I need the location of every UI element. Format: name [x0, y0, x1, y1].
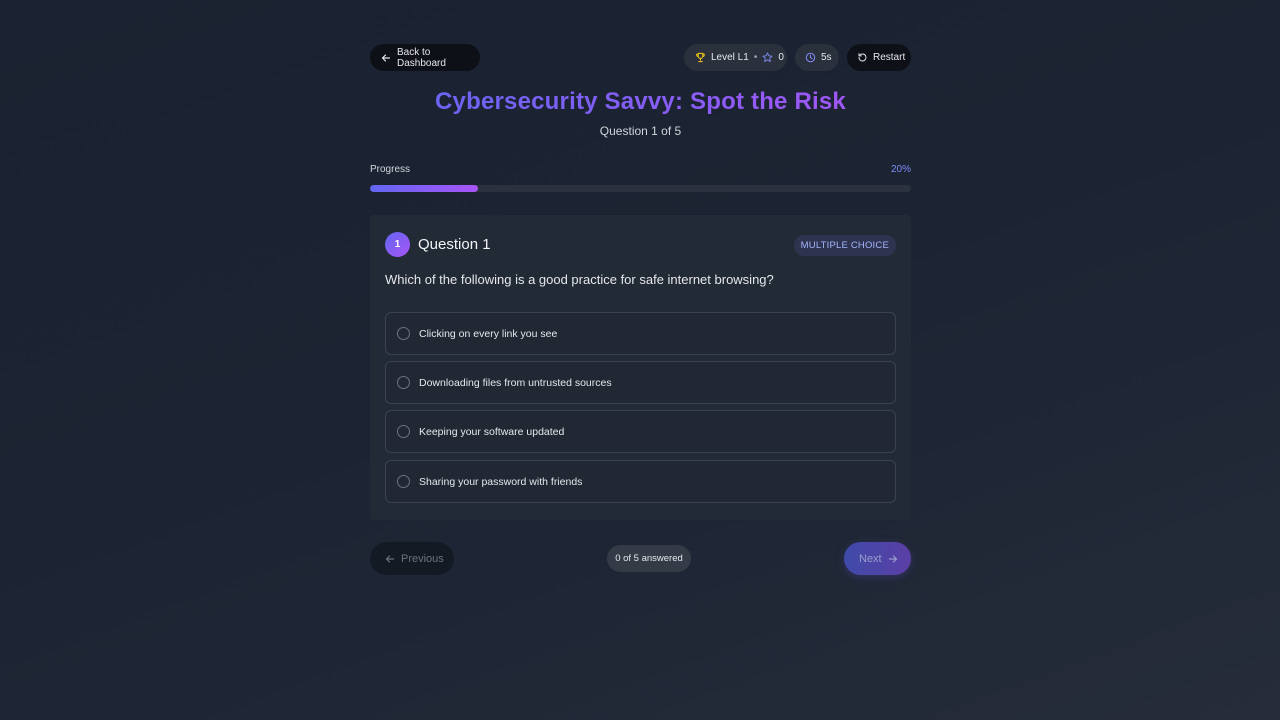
arrow-left-icon: [381, 53, 391, 63]
quiz-title: Cybersecurity Savvy: Spot the Risk: [370, 88, 911, 116]
answer-option-label: Clicking on every link you see: [419, 327, 558, 340]
question-card: 1 Question 1 MULTIPLE CHOICE Which of th…: [370, 215, 911, 520]
answer-option-label: Sharing your password with friends: [419, 475, 583, 488]
top-bar: Back to Dashboard Level L1 • 0 5s Restar…: [370, 44, 911, 71]
question-title: Question 1: [418, 236, 491, 253]
level-label: Level L1: [711, 52, 749, 63]
back-button-label: Back to Dashboard: [397, 46, 446, 69]
answer-option-label: Downloading files from untrusted sources: [419, 376, 612, 389]
next-button[interactable]: Next: [844, 542, 911, 575]
trophy-icon: [695, 52, 706, 63]
radio-button[interactable]: [397, 425, 410, 438]
question-type-badge: MULTIPLE CHOICE: [793, 235, 896, 256]
radio-button[interactable]: [397, 327, 410, 340]
rotate-ccw-icon: [857, 52, 868, 63]
restart-button[interactable]: Restart: [847, 44, 911, 71]
radio-button[interactable]: [397, 376, 410, 389]
arrow-right-icon: [888, 554, 898, 564]
arrow-left-icon: [385, 554, 395, 564]
quiz-container: Back to Dashboard Level L1 • 0 5s Restar…: [370, 44, 911, 575]
back-to-dashboard-button[interactable]: Back to Dashboard: [370, 44, 480, 71]
progress-bar: [370, 185, 911, 192]
previous-button-label: Previous: [401, 552, 444, 565]
clock-icon: [805, 52, 816, 63]
next-button-label: Next: [859, 552, 882, 565]
level-stars-badge: Level L1 • 0: [684, 44, 787, 71]
question-number-badge: 1: [385, 232, 410, 257]
answer-option[interactable]: Downloading files from untrusted sources: [385, 361, 896, 404]
answer-option-label: Keeping your software updated: [419, 425, 565, 438]
level-separator: •: [753, 52, 758, 63]
restart-button-label: Restart: [873, 52, 906, 63]
answer-option[interactable]: Keeping your software updated: [385, 410, 896, 453]
progress-bar-fill: [370, 185, 479, 192]
stars-count: 0: [778, 52, 784, 63]
timer-badge: 5s: [795, 44, 839, 71]
progress-label: Progress: [370, 164, 411, 175]
previous-button[interactable]: Previous: [370, 542, 454, 575]
radio-button[interactable]: [397, 475, 410, 488]
question-counter: Question 1 of 5: [599, 124, 682, 138]
answered-count-badge: 0 of 5 answered: [607, 545, 691, 572]
answer-option[interactable]: Clicking on every link you see: [385, 312, 896, 355]
progress-percent: 20%: [890, 164, 911, 175]
answer-option[interactable]: Sharing your password with friends: [385, 460, 896, 503]
star-icon: [762, 52, 773, 63]
timer-value: 5s: [821, 52, 832, 63]
question-text: Which of the following is a good practic…: [385, 272, 774, 287]
